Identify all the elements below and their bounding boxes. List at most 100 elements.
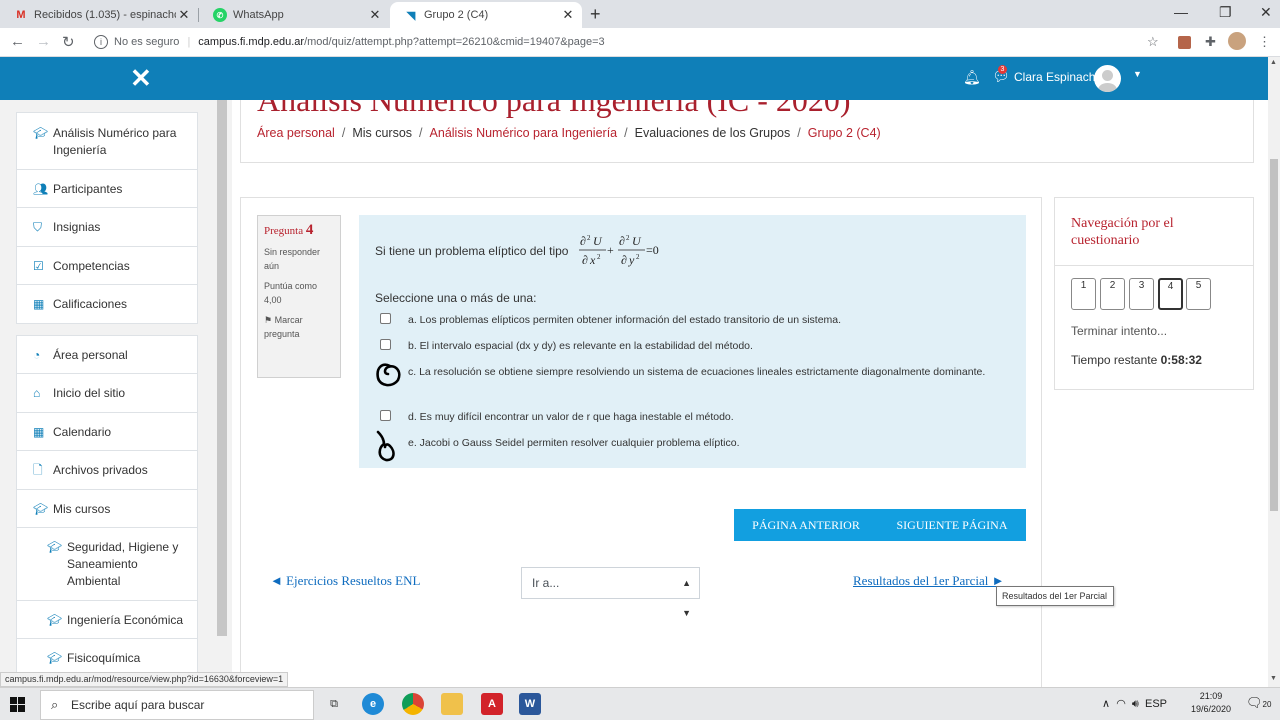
sidebar-item-archivos[interactable]: 🗋 Archivos privados [17,451,197,490]
tab-whatsapp[interactable]: ✆ WhatsApp ✕ [199,2,389,28]
quiz-navigation-block: Navegación por el cuestionario 1 2 3 4 5… [1054,197,1254,390]
home-icon: ⌂ [33,386,41,400]
close-tab-icon[interactable]: ✕ [367,7,383,23]
sidebar-item-ing-economica[interactable]: 🎓︎ Ingeniería Económica [17,601,197,639]
tray-chevron-icon[interactable]: ∧ [1102,698,1110,710]
sidebar-item-area-personal[interactable]: ◔ Área personal [17,336,197,374]
quiz-nav-button-2[interactable]: 2 [1100,278,1125,310]
sidebar-item-label: Área personal [53,348,128,362]
browser-menu-icon[interactable]: ⋮ [1258,34,1271,50]
question-text: Si tiene un problema elíptico del tipo [375,244,569,258]
tab-gmail[interactable]: M Recibidos (1.035) - espinachclara ✕ [0,2,198,28]
address-bar-row: ← → ↻ i No es seguro | campus.fi.mdp.edu… [0,28,1280,57]
sidebar-item-insignias[interactable]: ⛉ Insignias [17,208,197,247]
language-indicator[interactable]: ESP [1145,698,1167,710]
task-view-icon[interactable]: ⧉ [323,693,345,715]
file-explorer-icon[interactable] [441,693,463,715]
wifi-icon[interactable]: ◠ [1116,698,1126,710]
svg-text:2: 2 [587,234,591,242]
chevron-down-icon[interactable]: ▼ [1133,69,1142,79]
close-tab-icon[interactable]: ✕ [176,7,192,23]
jump-to-select[interactable]: Ir a... ▲ ▼ [521,567,700,618]
breadcrumb-link[interactable]: Área personal [257,126,335,140]
avatar[interactable] [1094,65,1121,92]
new-tab-button[interactable]: + [590,4,601,25]
notifications-bell-icon[interactable]: 🔔︎ [963,69,981,86]
next-page-button[interactable]: SIGUIENTE PÁGINA [878,509,1026,541]
scrollbar-thumb[interactable] [1270,159,1278,511]
laplace-equation: ∂ 2 U ∂ x 2 + ∂ 2 U ∂ y 2 =0 [579,234,659,267]
sidebar-item-mis-cursos[interactable]: 🎓︎ Mis cursos [17,490,197,528]
extension-pdf-icon[interactable] [1178,36,1191,49]
sidebar-item-seguridad[interactable]: 🎓︎ Seguridad, Higiene y Saneamiento Ambi… [17,528,197,601]
scroll-up-icon[interactable]: ▲ [1270,59,1277,66]
sidebar-item-label: Archivos privados [53,463,148,477]
tab-title: Grupo 2 (C4) [424,9,489,21]
previous-activity-link[interactable]: ◄ Ejercicios Resueltos ENL [270,573,420,589]
sidebar-item-calendario[interactable]: ▦ Calendario [17,413,197,451]
breadcrumb-link[interactable]: Análisis Numérico para Ingeniería [430,126,618,140]
check-square-icon: ☑ [33,259,44,273]
quiz-nav-button-1[interactable]: 1 [1071,278,1096,310]
finish-attempt-link[interactable]: Terminar intento... [1071,324,1167,338]
chrome-icon[interactable] [402,693,424,715]
back-icon[interactable]: ← [10,33,25,50]
sidebar-item-course[interactable]: 🎓︎ Análisis Numérico para Ingeniería [17,113,197,170]
answer-b-checkbox[interactable] [380,339,391,350]
close-tab-icon[interactable]: ✕ [560,7,576,23]
next-activity-link[interactable]: Resultados del 1er Parcial ► [853,573,1005,589]
scrollbar-thumb[interactable] [217,100,227,636]
quiz-nav-button-3[interactable]: 3 [1129,278,1154,310]
action-center-icon[interactable]: 🗨︎20 [1246,695,1271,711]
word-icon[interactable]: W [519,693,541,715]
maximize-button[interactable]: ❐ [1219,4,1232,21]
svg-text:x: x [589,253,596,267]
bookmark-star-icon[interactable]: ☆ [1147,34,1159,50]
answer-b-label[interactable]: b. El intervalo espacial (dx y dy) es re… [408,337,1008,356]
answer-a-label[interactable]: a. Los problemas elípticos permiten obte… [408,311,1008,330]
sidebar-item-inicio[interactable]: ⌂ Inicio del sitio [17,374,197,413]
extensions-puzzle-icon[interactable]: ✚ [1205,34,1216,50]
quiz-nav-button-4[interactable]: 4 [1158,278,1183,310]
previous-page-button[interactable]: PÁGINA ANTERIOR [734,509,878,541]
breadcrumb-link[interactable]: Grupo 2 (C4) [808,126,881,140]
status-bar-url: campus.fi.mdp.edu.ar/mod/resource/view.p… [0,672,289,687]
volume-icon[interactable]: 🔊︎ [1132,698,1139,710]
url-input[interactable]: i No es seguro | campus.fi.mdp.edu.ar /m… [88,31,1168,53]
answer-e-label[interactable]: e. Jacobi o Gauss Seidel permiten resolv… [408,434,1008,453]
sidebar-item-calificaciones[interactable]: ▦ Calificaciones [17,285,197,323]
acrobat-icon[interactable]: A [481,693,503,715]
sidebar-item-participantes[interactable]: 👥︎ Participantes [17,170,197,208]
minimize-button[interactable]: — [1174,4,1188,20]
answer-d-label[interactable]: d. Es muy difícil encontrar un valor de … [408,408,1008,427]
close-window-button[interactable]: ✕ [1260,4,1272,21]
security-label: No es seguro [114,36,180,48]
sidebar-item-label: Fisicoquímica [67,651,141,665]
profile-avatar-icon[interactable] [1228,32,1246,50]
windows-start-icon[interactable] [10,697,26,713]
forward-icon[interactable]: → [36,33,51,50]
answer-a-checkbox[interactable] [380,313,391,324]
answer-c-label[interactable]: c. La resolución se obtiene siempre reso… [395,363,995,382]
page-scrollbar[interactable]: ▲ ▼ [1268,57,1280,687]
flag-question-link[interactable]: ⚑ Marcar pregunta [264,313,334,341]
info-icon[interactable]: i [94,35,108,49]
user-name[interactable]: Clara Espinach [1014,70,1095,84]
drawer-scrollbar[interactable] [216,100,228,687]
edge-icon[interactable]: e [362,693,384,715]
quiz-nav-button-5[interactable]: 5 [1186,278,1211,310]
taskbar-clock[interactable]: 21:09 19/6/2020 [1188,690,1234,716]
tab-grupo2[interactable]: ◥ Grupo 2 (C4) ✕ [390,2,582,28]
scroll-down-icon[interactable]: ▼ [1270,675,1277,682]
messages-icon[interactable]: 💬︎ 3 [992,65,1010,85]
svg-text:∂: ∂ [621,253,627,267]
svg-text:y: y [628,253,635,267]
taskbar-search-input[interactable]: ⌕ Escribe aquí para buscar [40,690,314,720]
graduation-cap-icon: 🎓︎ [33,126,49,140]
question-prompt: Seleccione una o más de una: [375,291,537,305]
close-drawer-icon[interactable]: ✕ [130,63,152,94]
sidebar-item-label: Calificaciones [53,297,128,311]
reload-icon[interactable]: ↻ [62,33,75,51]
answer-d-checkbox[interactable] [380,410,391,421]
sidebar-item-competencias[interactable]: ☑ Competencias [17,247,197,285]
